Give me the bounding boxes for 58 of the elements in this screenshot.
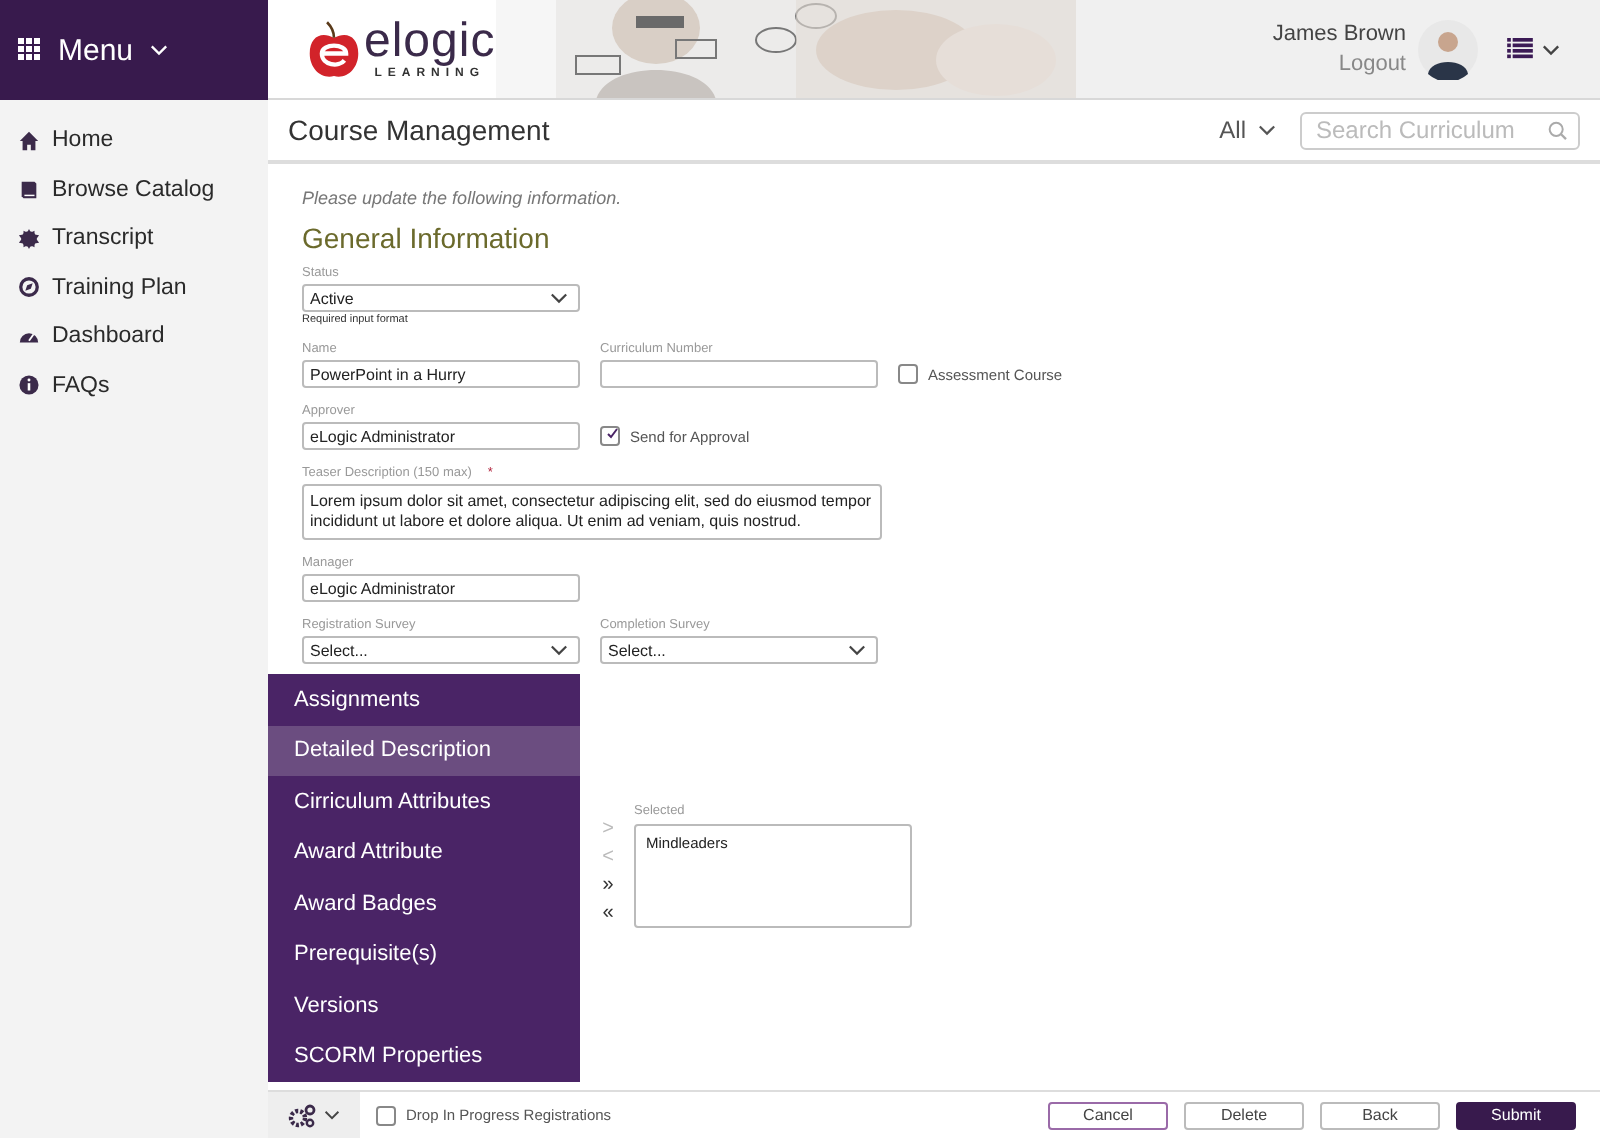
book-icon	[18, 178, 40, 201]
input-field[interactable]: PowerPoint in a Hurry	[302, 360, 580, 388]
menu-item[interactable]: SCORM Properties	[268, 1031, 580, 1082]
menu-item[interactable]: Cirriculum Attributes	[268, 776, 580, 827]
home-icon	[18, 129, 40, 152]
transfer-button[interactable]: «	[598, 900, 618, 928]
input-field[interactable]: eLogic Administrator	[302, 574, 580, 602]
footer-button[interactable]: Delete	[1184, 1101, 1304, 1129]
select-field[interactable]: Active	[302, 284, 580, 312]
search-icon	[1548, 119, 1568, 141]
chevron-down-icon	[550, 644, 568, 656]
settings-button[interactable]	[268, 1092, 360, 1138]
filter-dropdown[interactable]: All	[1219, 116, 1276, 144]
sidebar-item[interactable]: FAQs	[0, 361, 268, 410]
menu-item[interactable]: Assignments	[268, 674, 580, 725]
checkbox[interactable]	[600, 426, 620, 446]
menu-item[interactable]: Award Attribute	[268, 827, 580, 878]
gears-icon	[288, 1103, 316, 1127]
input-field[interactable]	[600, 360, 878, 388]
sidebar-item[interactable]: Home	[0, 116, 268, 165]
chevron-down-icon	[1542, 43, 1560, 55]
avatar-icon	[1418, 19, 1478, 79]
info-icon	[18, 374, 40, 397]
page-title: Course Management	[288, 114, 550, 146]
footer-button[interactable]: Back	[1320, 1101, 1440, 1129]
badge-icon	[18, 227, 40, 250]
logo-text: elogic	[364, 18, 496, 66]
chevron-down-icon	[848, 644, 866, 656]
chevron-down-icon	[324, 1110, 340, 1120]
menu-item[interactable]: Prerequisite(s)	[268, 929, 580, 980]
menu-item[interactable]: Versions	[268, 980, 580, 1031]
sidebar-item[interactable]: Browse Catalog	[0, 165, 268, 214]
menu-item[interactable]: Award Badges	[268, 878, 580, 929]
chevron-down-icon	[1258, 124, 1276, 136]
text-area[interactable]: Lorem ipsum dolor sit amet, consectetur adipiscing elit, sed do eiusmod tempor incididunt ut labore et dolore aliqua. Ut enim ad veniam, quis nostrud.	[302, 484, 882, 540]
compass-icon	[18, 276, 40, 299]
sidebar-item[interactable]: Dashboard	[0, 312, 268, 361]
menu-item[interactable]: Detailed Description	[268, 725, 580, 776]
sidebar-item[interactable]: Transcript	[0, 214, 268, 263]
select-field[interactable]: Select...	[600, 636, 878, 664]
list-icon	[1506, 38, 1534, 60]
checkbox[interactable]	[376, 1105, 396, 1125]
footer-button[interactable]: Cancel	[1048, 1101, 1168, 1129]
instruction-text: Please update the following information.	[302, 188, 624, 208]
user-name: James Brown	[1272, 20, 1406, 49]
sidebar-item[interactable]: Training Plan	[0, 263, 268, 312]
select-field[interactable]: Select...	[302, 636, 580, 664]
transfer-button[interactable]: »	[598, 872, 618, 900]
apple-icon	[308, 19, 360, 79]
search-field[interactable]: Search Curriculum	[1300, 111, 1580, 149]
menu-button[interactable]: Menu	[18, 33, 168, 67]
input-field[interactable]: eLogic Administrator	[302, 422, 580, 450]
section-heading: General Information	[302, 222, 552, 254]
grid-icon	[18, 38, 42, 62]
checkbox[interactable]	[898, 364, 918, 384]
submit-button[interactable]: Submit	[1456, 1101, 1576, 1129]
chevron-down-icon	[149, 44, 168, 56]
chevron-down-icon	[550, 292, 568, 304]
